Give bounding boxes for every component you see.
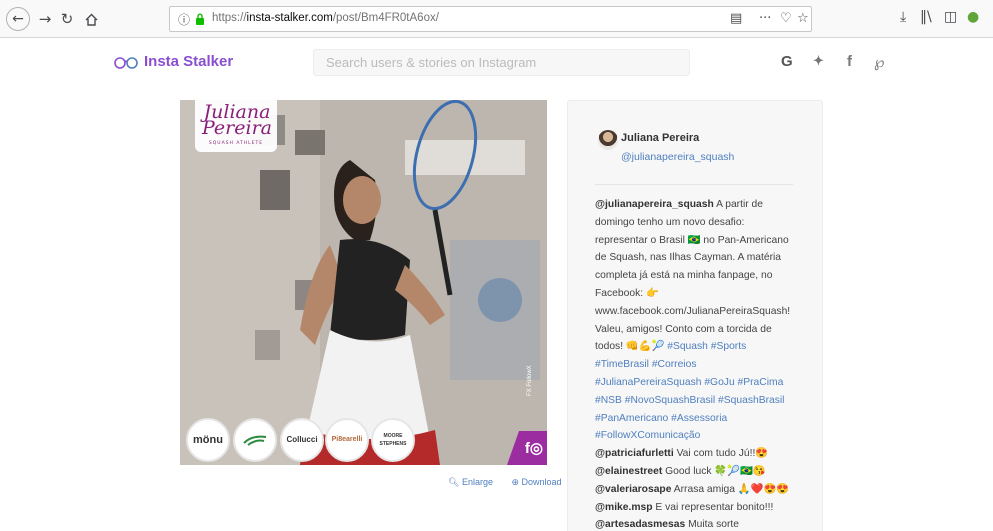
sponsor-pirelli: Pi8earelli xyxy=(325,418,369,462)
more-icon[interactable]: ··· xyxy=(759,11,771,26)
post-caption: @julianapereira_squash A partir de domin… xyxy=(595,196,805,531)
comment: @patriciafurletti Vai com tudo Jú!!😍 xyxy=(595,448,769,460)
library-icon[interactable]: ‖\ xyxy=(920,9,932,25)
download-icon[interactable]: ⤓ xyxy=(900,9,906,25)
divider xyxy=(595,184,793,185)
comment-author[interactable]: @patriciafurletti xyxy=(595,448,674,459)
comment: @valeriarosape Arrasa amiga 🙏❤️😍😍 xyxy=(595,483,790,495)
pinterest-icon[interactable]: ℘ xyxy=(874,53,884,71)
profile-handle[interactable]: @julianapereira_squash xyxy=(621,151,734,163)
url-text: https://insta-stalker.com/post/Bm4FR0tA6… xyxy=(212,12,439,24)
comment-author[interactable]: @valeriarosape xyxy=(595,484,671,495)
forward-icon[interactable]: → xyxy=(34,8,56,30)
profile-name[interactable]: Juliana Pereira xyxy=(621,132,699,144)
avatar[interactable] xyxy=(598,130,618,150)
hashtag-link[interactable]: #FollowXComunicação xyxy=(595,427,805,445)
watermark: FX FollowX xyxy=(527,365,533,396)
hashtag-link[interactable]: #PanAmericano #Assessoria xyxy=(595,410,805,428)
hashtag-link[interactable]: #Squash #Sports xyxy=(664,341,746,352)
browser-toolbar: ← → ↻ ⓘ https://insta-stalker.com/post/B… xyxy=(0,0,993,38)
pocket-icon[interactable]: ♡ xyxy=(780,11,792,26)
home-icon[interactable] xyxy=(80,8,102,30)
comment: @mike.msp E vai representar bonito!!! xyxy=(595,501,774,513)
star-icon[interactable]: ☆ xyxy=(797,11,809,26)
comment-author[interactable]: @mike.msp xyxy=(595,502,653,513)
reader-icon[interactable]: ▤ xyxy=(730,11,742,26)
search-input[interactable]: Search users & stories on Instagram xyxy=(313,49,690,76)
brand-subtitle: SQUASH ATHLETE xyxy=(208,141,264,146)
brand-logo: Juliana Pereira SQUASH ATHLETE xyxy=(195,100,277,152)
url-bar[interactable]: ⓘ https://insta-stalker.com/post/Bm4FR0t… xyxy=(169,6,812,32)
sponsor-moore-stephens: MOORE STEPHENS xyxy=(371,418,415,462)
lock-icon xyxy=(196,13,204,25)
reload-icon[interactable]: ↻ xyxy=(56,8,78,30)
twitter-icon[interactable]: ✦ xyxy=(813,53,824,69)
brand-name: Juliana Pereira xyxy=(202,101,272,139)
search-placeholder: Search users & stories on Instagram xyxy=(326,55,537,70)
post-details-card: Juliana Pereira @julianapereira_squash @… xyxy=(567,100,823,531)
comment: @elainestreet Good luck 🍀🎾🇧🇷😘 xyxy=(595,465,766,477)
logo-text: Insta Stalker xyxy=(144,53,234,70)
back-icon[interactable]: ← xyxy=(6,7,30,31)
facebook-icon[interactable]: f xyxy=(847,53,852,70)
download-link[interactable]: ⊕ Download xyxy=(511,477,569,487)
sidebar-icon[interactable]: ◫ xyxy=(944,9,957,25)
extension-icon[interactable]: ● xyxy=(967,9,979,25)
sponsor-colucci: Collucci xyxy=(280,418,324,462)
enlarge-link[interactable]: 🔍︎ Enlarge xyxy=(448,477,501,487)
glasses-icon xyxy=(114,56,138,69)
sponsor-monu: mönu xyxy=(186,418,230,462)
comment: @artesadasmesas Muita sorte xyxy=(595,519,739,531)
image-actions: 🔍︎ Enlarge ⊕ Download xyxy=(448,477,578,488)
google-icon[interactable]: G xyxy=(781,53,793,70)
athlete-photo xyxy=(180,100,547,465)
comment-author[interactable]: @artesadasmesas xyxy=(595,519,685,530)
hashtag-link[interactable]: #JulianaPereiraSquash #GoJu #PraCima xyxy=(595,374,805,392)
post-image[interactable]: Juliana Pereira SQUASH ATHLETE mönu Coll… xyxy=(180,100,547,465)
hashtag-link[interactable]: #NSB #NovoSquashBrasil #SquashBrasil xyxy=(595,392,805,410)
info-icon[interactable]: ⓘ xyxy=(178,11,190,28)
site-logo[interactable]: Insta Stalker xyxy=(114,53,233,70)
caption-author[interactable]: @julianapereira_squash xyxy=(595,199,714,210)
hashtag-link[interactable]: #TimeBrasil #Correios xyxy=(595,356,805,374)
sponsor-logo-2 xyxy=(233,418,277,462)
comment-author[interactable]: @elainestreet xyxy=(595,466,662,477)
